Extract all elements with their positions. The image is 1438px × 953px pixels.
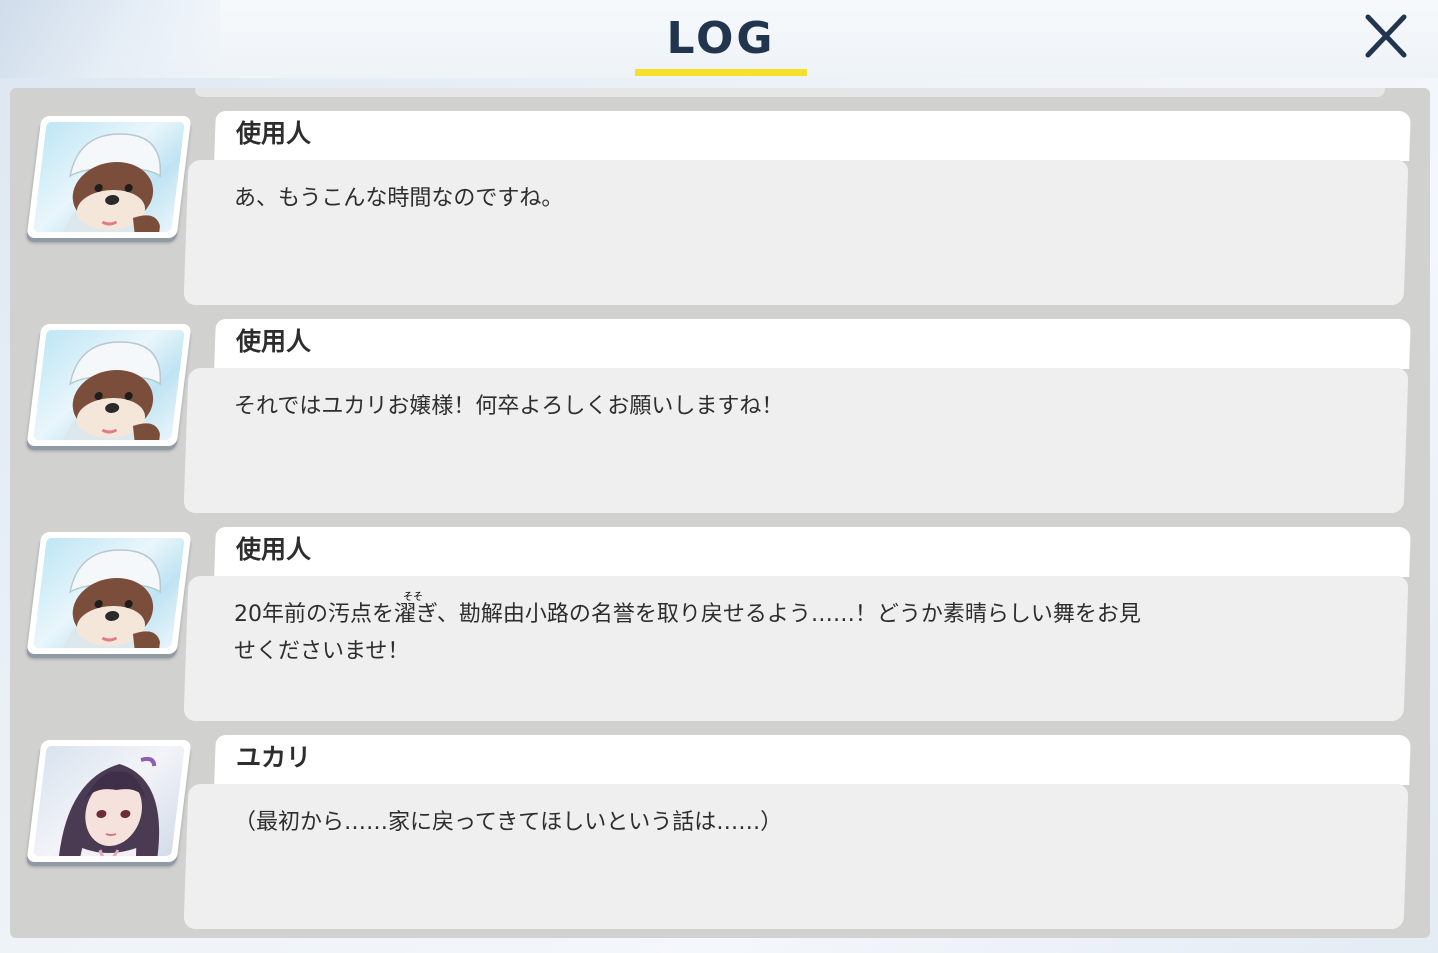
log-header: LOG	[0, 0, 1438, 78]
log-title: LOG	[666, 13, 776, 64]
speaker-name: 使用人	[236, 535, 312, 564]
message-text: あ、もうこんな時間なのですね。	[234, 186, 564, 211]
speaker-name-box	[214, 111, 1411, 161]
title-underline	[635, 69, 807, 76]
close-button[interactable]	[1360, 12, 1412, 60]
message-line: 20年前の汚点を濯ぎ、勘解由小路の名誉を取り戻せるよう……！どうか素晴らしい舞を…	[234, 602, 1141, 627]
close-icon	[1365, 14, 1407, 58]
servant-portrait-icon	[59, 341, 162, 440]
message-text: それではユカリお嬢様！何卒よろしくお願いしますね！	[234, 394, 784, 419]
bubble-tail	[188, 176, 210, 212]
header-decoration	[0, 0, 220, 78]
servant-portrait-icon	[59, 133, 162, 232]
log-entry: 使用人 それではユカリお嬢様！何卒よろしくお願いしますね！	[10, 296, 1430, 513]
bubble-tail	[188, 800, 210, 836]
servant-avatar	[26, 532, 192, 660]
speaker-name: 使用人	[236, 327, 312, 356]
message-text: 20年前の汚点を濯ぎ、勘解由小路の名誉を取り戻せるよう……！どうか素晴らしい舞を…	[234, 596, 1234, 670]
yukari-avatar	[26, 740, 192, 868]
log-list[interactable]: 使用人 あ、もうこんな時間なのですね。 使用人 それではユカリお嬢様！何卒よろし…	[10, 88, 1430, 938]
speaker-name-box	[214, 527, 1411, 577]
log-entry: 使用人 あ、もうこんな時間なのですね。	[10, 88, 1430, 305]
message-text: （最初から……家に戻ってきてほしいという話は……）	[234, 810, 783, 835]
speaker-name: ユカリ	[236, 743, 312, 772]
bubble-tail	[188, 592, 210, 628]
bubble-tail	[188, 384, 210, 420]
servant-avatar	[26, 116, 192, 244]
speaker-name: 使用人	[236, 119, 312, 148]
servant-avatar	[26, 324, 192, 452]
log-entry: 使用人 そそ 20年前の汚点を濯ぎ、勘解由小路の名誉を取り戻せるよう……！どうか…	[10, 504, 1430, 721]
speaker-name-box	[214, 319, 1411, 369]
yukari-portrait-icon	[57, 756, 160, 856]
servant-portrait-icon	[59, 549, 162, 648]
speaker-name-box	[214, 735, 1411, 785]
log-entry: ユカリ （最初から……家に戻ってきてほしいという話は……）	[10, 712, 1430, 929]
message-line: せくださいませ！	[234, 639, 410, 664]
